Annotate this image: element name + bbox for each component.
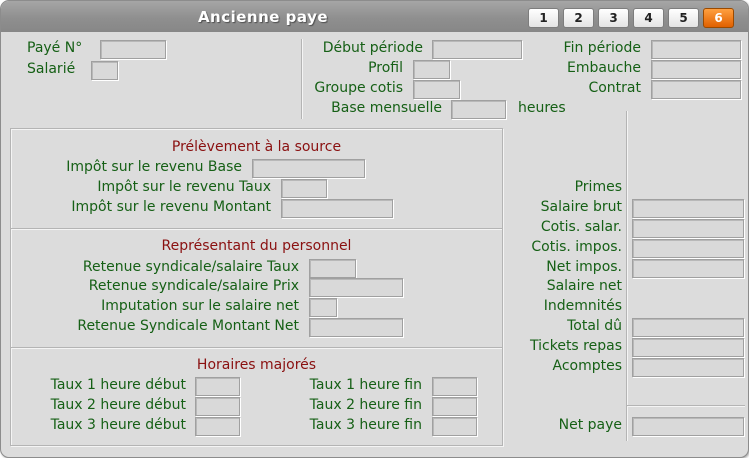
totals-divider xyxy=(626,111,628,441)
taux3-fin-label: Taux 3 heure fin xyxy=(309,417,422,433)
salaire-brut-label: Salaire brut xyxy=(540,199,622,215)
tab-2[interactable]: 2 xyxy=(563,8,594,28)
title-bar[interactable]: Ancienne paye 1 2 3 4 5 6 xyxy=(1,1,748,32)
representant-section-title: Représentant du personnel xyxy=(161,238,352,254)
impot-montant-label: Impôt sur le revenu Montant xyxy=(71,199,271,215)
salaire-net-label: Salaire net xyxy=(546,278,622,294)
total-du-label: Total dû xyxy=(567,318,622,334)
section-divider-2 xyxy=(11,347,502,349)
taux1-debut-field[interactable] xyxy=(195,377,240,396)
taux2-debut-label: Taux 2 heure début xyxy=(50,397,186,413)
fin-periode-field[interactable] xyxy=(651,40,741,59)
contrat-field[interactable] xyxy=(651,80,741,99)
tickets-repas-label: Tickets repas xyxy=(530,338,622,354)
embauche-label: Embauche xyxy=(566,60,641,76)
embauche-field[interactable] xyxy=(651,60,741,79)
retenue-taux-field[interactable] xyxy=(309,259,356,278)
net-paye-field[interactable] xyxy=(632,417,744,436)
primes-label: Primes xyxy=(574,179,622,195)
groupe-cotis-label: Groupe cotis xyxy=(314,80,403,96)
net-impos-label: Net impos. xyxy=(546,259,622,275)
cotis-impos-label: Cotis. impos. xyxy=(531,239,622,255)
retenue-prix-label: Retenue syndicale/salaire Prix xyxy=(88,278,299,294)
indemnites-label: Indemnités xyxy=(543,298,622,314)
net-paye-label: Net paye xyxy=(558,417,622,433)
retenue-prix-field[interactable] xyxy=(309,278,403,297)
net-impos-field[interactable] xyxy=(632,259,744,278)
taux3-debut-field[interactable] xyxy=(195,417,240,436)
impot-montant-field[interactable] xyxy=(281,199,393,218)
paye-no-field[interactable] xyxy=(100,40,166,59)
impot-base-field[interactable] xyxy=(252,159,365,178)
debut-periode-label: Début période xyxy=(322,40,423,56)
taux2-fin-label: Taux 2 heure fin xyxy=(309,397,422,413)
payroll-window: Ancienne paye 1 2 3 4 5 6 Payé N° Salari… xyxy=(0,0,749,458)
tab-1[interactable]: 1 xyxy=(528,8,559,28)
cotis-salar-label: Cotis. salar. xyxy=(540,219,622,235)
salarie-field[interactable] xyxy=(91,61,118,80)
tab-3[interactable]: 3 xyxy=(598,8,629,28)
base-mensuelle-label: Base mensuelle xyxy=(331,100,442,116)
retenue-montant-net-label: Retenue Syndicale Montant Net xyxy=(77,318,299,334)
impot-taux-field[interactable] xyxy=(281,179,327,198)
impot-base-label: Impôt sur le revenu Base xyxy=(66,159,242,175)
paye-no-label: Payé N° xyxy=(27,40,83,56)
tab-4[interactable]: 4 xyxy=(633,8,664,28)
taux1-debut-label: Taux 1 heure début xyxy=(50,377,186,393)
tickets-repas-field[interactable] xyxy=(632,338,744,357)
prelevement-section-title: Prélèvement à la source xyxy=(171,139,342,155)
horaires-section-title: Horaires majorés xyxy=(196,357,317,373)
retenue-taux-label: Retenue syndicale/salaire Taux xyxy=(82,259,299,275)
net-paye-divider xyxy=(627,405,745,407)
impot-taux-label: Impôt sur le revenu Taux xyxy=(97,179,271,195)
contrat-label: Contrat xyxy=(588,80,641,96)
tab-6[interactable]: 6 xyxy=(703,8,734,28)
taux3-debut-label: Taux 3 heure début xyxy=(50,417,186,433)
acomptes-field[interactable] xyxy=(632,358,744,377)
retenue-montant-net-field[interactable] xyxy=(309,318,403,337)
total-du-field[interactable] xyxy=(632,318,744,337)
taux1-fin-label: Taux 1 heure fin xyxy=(309,377,422,393)
window-title: Ancienne paye xyxy=(197,8,329,26)
taux2-debut-field[interactable] xyxy=(195,397,240,416)
imputation-field[interactable] xyxy=(309,298,337,317)
acomptes-label: Acomptes xyxy=(552,358,622,374)
section-divider-1 xyxy=(11,228,502,230)
salaire-brut-field[interactable] xyxy=(632,199,744,218)
salarie-label: Salarié xyxy=(27,61,76,77)
base-mensuelle-field[interactable] xyxy=(451,100,506,119)
taux3-fin-field[interactable] xyxy=(432,417,477,436)
groupe-cotis-field[interactable] xyxy=(413,80,460,99)
tab-5[interactable]: 5 xyxy=(668,8,699,28)
heures-unit-label: heures xyxy=(518,100,566,116)
debut-periode-field[interactable] xyxy=(432,40,522,59)
cotis-salar-field[interactable] xyxy=(632,219,744,238)
profil-label: Profil xyxy=(368,60,403,76)
taux2-fin-field[interactable] xyxy=(432,397,477,416)
cotis-impos-field[interactable] xyxy=(632,239,744,258)
profil-field[interactable] xyxy=(413,60,450,79)
taux1-fin-field[interactable] xyxy=(432,377,477,396)
imputation-label: Imputation sur le salaire net xyxy=(101,298,299,314)
fin-periode-label: Fin période xyxy=(563,40,641,56)
